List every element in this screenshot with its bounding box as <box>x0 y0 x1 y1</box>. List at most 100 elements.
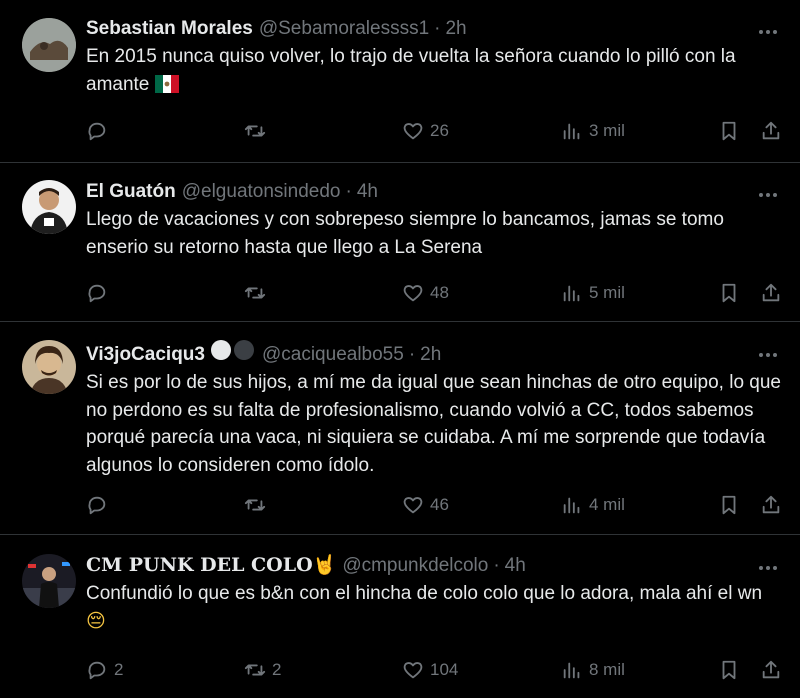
like-button[interactable]: 46 <box>402 494 449 516</box>
separator-dot: · <box>493 555 500 576</box>
separator-dot: · <box>345 181 352 202</box>
heart-icon <box>403 497 423 514</box>
tweet[interactable]: Vi3joCaciqu3 @caciquealbo55 · 2h Si es p… <box>0 322 800 535</box>
retweet-icon <box>244 125 266 137</box>
mexico-flag-icon <box>154 74 179 102</box>
views-count: 8 mil <box>589 660 625 679</box>
retweet-button[interactable] <box>244 120 272 142</box>
tweet-text-body: Confundió lo que es b&n con el hincha de… <box>86 583 763 604</box>
author-name-text: CM PUNK DEL COLO <box>86 554 313 576</box>
more-options-icon[interactable] <box>756 343 780 367</box>
tweet-text-body: Si es por lo de sus hijos, a mí me da ig… <box>86 372 781 476</box>
timestamp[interactable]: 2h <box>420 343 441 367</box>
share-button[interactable] <box>760 120 782 142</box>
like-button[interactable]: 26 <box>402 120 449 142</box>
bookmark-button[interactable] <box>718 659 740 681</box>
share-icon <box>762 495 780 514</box>
avatar[interactable] <box>22 554 76 608</box>
tweet-text: Llego de vacaciones y con sobrepeso siem… <box>86 206 800 261</box>
share-icon <box>762 121 780 140</box>
retweet-icon <box>244 664 266 676</box>
timestamp[interactable]: 4h <box>357 180 378 204</box>
heart-icon <box>403 123 423 140</box>
more-options-icon[interactable] <box>756 20 780 44</box>
more-options-icon[interactable] <box>756 556 780 580</box>
reply-button[interactable]: 2 <box>86 659 123 681</box>
tweet-header: Vi3joCaciqu3 @caciquealbo55 · 2h <box>86 340 800 367</box>
author-name[interactable]: CM PUNK DEL COLO🤘 <box>86 553 336 577</box>
reply-icon <box>88 284 106 303</box>
reply-button[interactable] <box>86 282 114 304</box>
views-chart-icon <box>563 497 580 514</box>
tweet-text-body: Llego de vacaciones y con sobrepeso siem… <box>86 209 724 258</box>
like-count: 48 <box>430 283 449 302</box>
like-button[interactable]: 104 <box>402 659 458 681</box>
tweet-header: Sebastian Morales @Sebamoralessss1 · 2h <box>86 17 800 41</box>
bookmark-icon <box>722 121 736 141</box>
retweet-button[interactable]: 2 <box>244 659 281 681</box>
retweet-icon <box>244 287 266 299</box>
bookmark-button[interactable] <box>718 120 740 142</box>
views-button[interactable]: 5 mil <box>561 282 625 304</box>
tweet[interactable]: Sebastian Morales @Sebamoralessss1 · 2h … <box>0 0 800 163</box>
views-count: 5 mil <box>589 283 625 302</box>
share-button[interactable] <box>760 494 782 516</box>
timestamp[interactable]: 4h <box>505 554 526 578</box>
reply-button[interactable] <box>86 494 114 516</box>
author-handle[interactable]: @elguatonsindedo <box>182 180 341 204</box>
author-handle[interactable]: @cmpunkdelcolo <box>342 554 488 578</box>
views-chart-icon <box>563 123 580 140</box>
tweet-text: En 2015 nunca quiso volver, lo trajo de … <box>86 43 790 101</box>
tweet-text-body: En 2015 nunca quiso volver, lo trajo de … <box>86 46 736 95</box>
like-count: 46 <box>430 495 449 514</box>
like-count: 104 <box>430 660 459 679</box>
bookmark-button[interactable] <box>718 282 740 304</box>
share-button[interactable] <box>760 659 782 681</box>
tweet-header: CM PUNK DEL COLO🤘 @cmpunkdelcolo · 4h <box>86 553 800 578</box>
bookmark-button[interactable] <box>718 494 740 516</box>
views-count: 4 mil <box>589 495 625 514</box>
views-button[interactable]: 3 mil <box>561 120 625 142</box>
white-circle-icon <box>210 340 231 360</box>
separator-dot: · <box>408 344 416 365</box>
views-count: 3 mil <box>589 121 625 140</box>
retweet-button[interactable] <box>244 494 272 516</box>
tweet-header: El Guatón @elguatonsindedo · 4h <box>86 180 800 204</box>
heart-icon <box>403 285 423 302</box>
author-handle[interactable]: @caciquealbo55 <box>262 343 404 367</box>
author-handle[interactable]: @Sebamoralessss1 <box>259 17 429 41</box>
reply-icon <box>88 496 106 515</box>
retweet-count: 2 <box>272 660 282 679</box>
retweet-button[interactable] <box>244 282 272 304</box>
bookmark-icon <box>722 283 736 303</box>
views-chart-icon <box>563 662 580 679</box>
reply-count: 2 <box>114 660 124 679</box>
black-circle-icon <box>233 340 254 360</box>
tweet-text: Confundió lo que es b&n con el hincha de… <box>86 580 800 635</box>
like-button[interactable]: 48 <box>402 282 449 304</box>
rock-hand-emoji: 🤘 <box>312 554 337 576</box>
bookmark-icon <box>722 495 736 515</box>
views-button[interactable]: 4 mil <box>561 494 625 516</box>
author-name[interactable]: Vi3joCaciqu3 <box>86 343 205 367</box>
more-options-icon[interactable] <box>756 183 780 207</box>
avatar[interactable] <box>22 18 76 72</box>
share-button[interactable] <box>760 282 782 304</box>
views-chart-icon <box>563 285 580 302</box>
reply-icon <box>88 122 106 141</box>
author-name[interactable]: Sebastian Morales <box>86 17 253 41</box>
share-icon <box>762 660 780 679</box>
views-button[interactable]: 8 mil <box>561 659 625 681</box>
tweet[interactable]: El Guatón @elguatonsindedo · 4h Llego de… <box>0 163 800 322</box>
author-name[interactable]: El Guatón <box>86 180 176 204</box>
bookmark-icon <box>722 660 736 680</box>
like-count: 26 <box>430 121 449 140</box>
avatar[interactable] <box>22 180 76 234</box>
pensive-emoji: 😔 <box>86 610 106 632</box>
avatar[interactable] <box>22 340 76 394</box>
heart-icon <box>403 662 423 679</box>
timestamp[interactable]: 2h <box>445 17 466 41</box>
tweet[interactable]: CM PUNK DEL COLO🤘 @cmpunkdelcolo · 4h Co… <box>0 535 800 698</box>
tweet-text: Si es por lo de sus hijos, a mí me da ig… <box>86 369 800 479</box>
reply-button[interactable] <box>86 120 114 142</box>
